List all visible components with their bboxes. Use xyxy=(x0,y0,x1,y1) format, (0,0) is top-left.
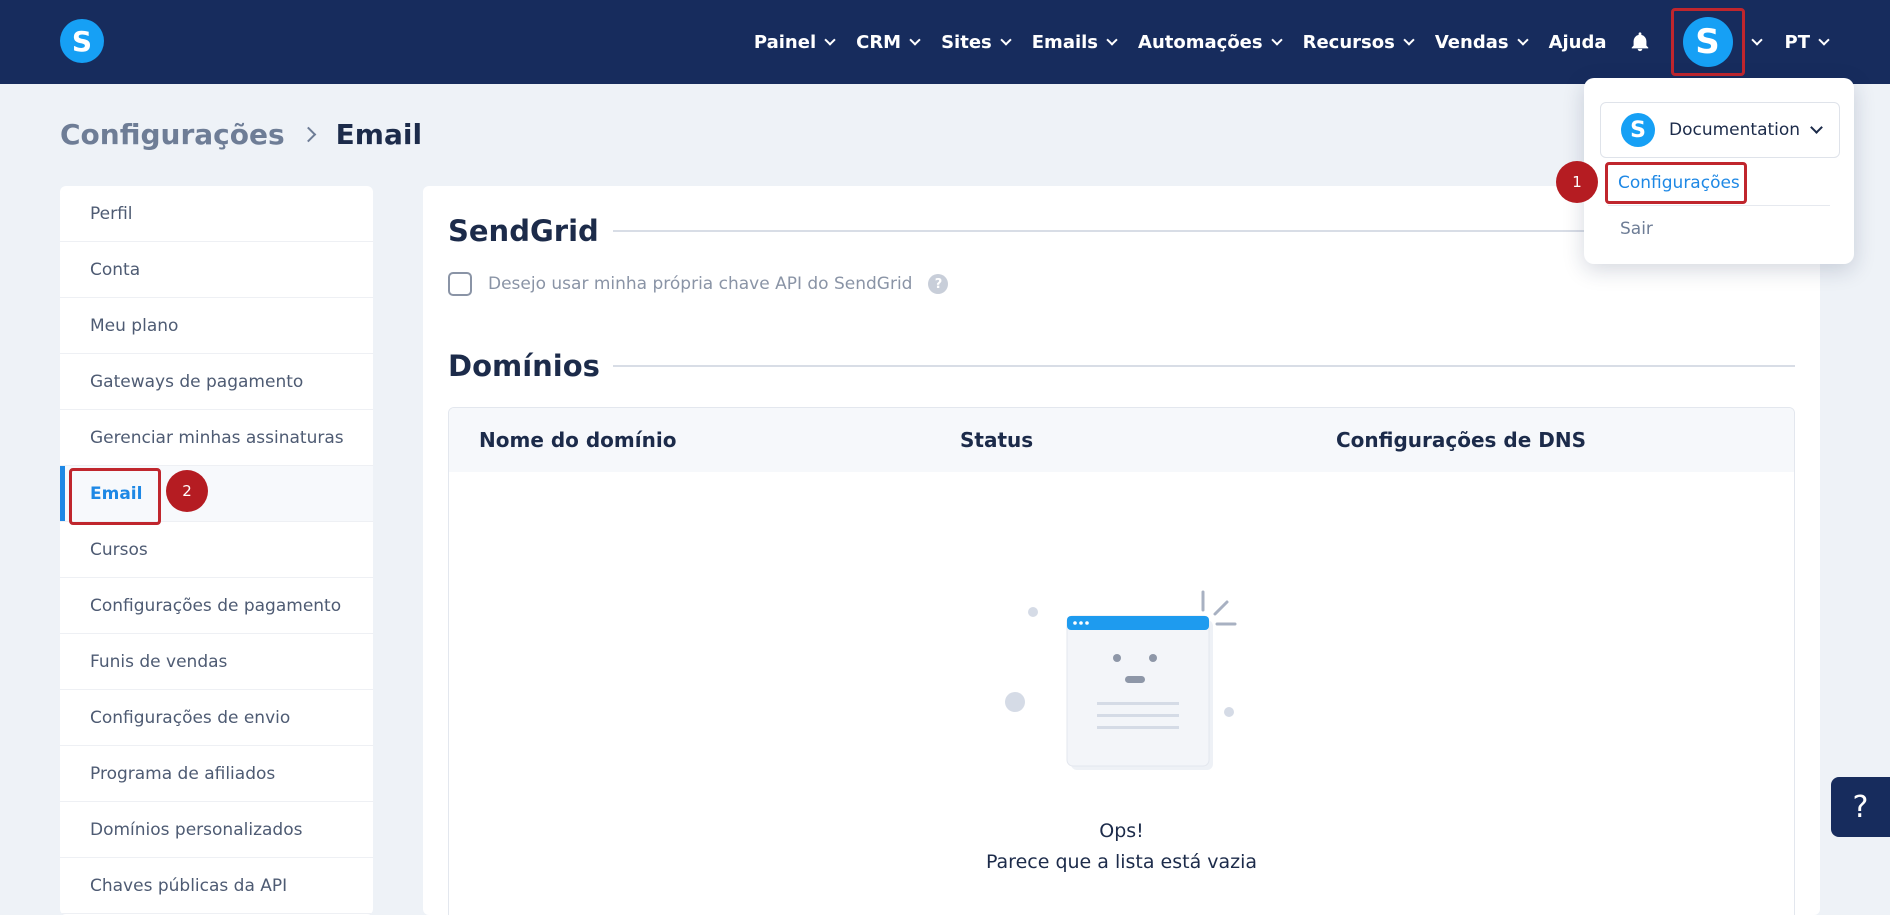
chevron-down-icon xyxy=(1270,33,1283,46)
empty-state-title: Ops! xyxy=(1099,820,1144,842)
chevron-down-icon xyxy=(1818,33,1830,46)
sidebar-item-chaves-api[interactable]: Chaves públicas da API xyxy=(60,858,373,914)
domains-title: Domínios xyxy=(448,349,600,383)
chevron-down-icon[interactable] xyxy=(1750,33,1763,46)
chevron-down-icon xyxy=(1000,33,1012,46)
sidebar-item-cursos[interactable]: Cursos xyxy=(60,522,373,578)
sidebar-item-dominios[interactable]: Domínios personalizados xyxy=(60,802,373,858)
column-header: Nome do domínio xyxy=(479,428,677,452)
sidebar-item-afiliados[interactable]: Programa de afiliados xyxy=(60,746,373,802)
empty-list-illustration xyxy=(1005,590,1237,770)
column-header: Configurações de DNS xyxy=(1336,428,1587,452)
help-float-button[interactable]: ? xyxy=(1831,777,1890,837)
nav-vendas[interactable]: Vendas xyxy=(1434,31,1529,53)
sidebar-item-config-pagamento[interactable]: Configurações de pagamento xyxy=(60,578,373,634)
empty-state-message: Parece que a lista está vazia xyxy=(985,851,1258,873)
step-marker-1: 1 xyxy=(1556,161,1598,203)
nav-sites[interactable]: Sites xyxy=(941,31,1012,53)
nav-emails-label: Emails xyxy=(1031,31,1099,53)
chevron-down-icon xyxy=(1106,33,1118,46)
column-header: Status xyxy=(960,428,1034,452)
sidebar-item-meu-plano[interactable]: Meu plano xyxy=(60,298,373,354)
top-navbar: S Painel CRM Sites Emails Automações Rec… xyxy=(0,0,1890,84)
breadcrumb-parent[interactable]: Configurações xyxy=(60,118,285,151)
chevron-down-icon xyxy=(824,33,836,46)
menu-item-configuracoes[interactable]: Configurações xyxy=(1605,162,1747,204)
sendgrid-checkbox-label[interactable]: Desejo usar minha própria chave API do S… xyxy=(488,274,912,294)
sidebar-item-funis[interactable]: Funis de vendas xyxy=(60,634,373,690)
bell-icon[interactable] xyxy=(1629,31,1651,53)
main-nav: Painel CRM Sites Emails Automações Recur… xyxy=(732,0,1830,84)
sendgrid-option: Desejo usar minha própria chave API do S… xyxy=(448,272,949,296)
domains-table: Nome do domínio Status Configurações de … xyxy=(448,407,1795,915)
organization-name: Documentation xyxy=(1669,120,1801,140)
main-panel: SendGrid Desejo usar minha própria chave… xyxy=(423,186,1820,915)
language-label: PT xyxy=(1784,31,1810,53)
sidebar-item-perfil[interactable]: Perfil xyxy=(60,186,373,242)
nav-recursos[interactable]: Recursos xyxy=(1302,31,1415,53)
nav-recursos-label: Recursos xyxy=(1302,31,1395,53)
user-dropdown-menu: S Documentation Configurações Sair xyxy=(1584,78,1854,264)
organization-logo: S xyxy=(1621,113,1655,147)
menu-divider xyxy=(1608,205,1830,206)
sendgrid-checkbox[interactable] xyxy=(448,272,472,296)
nav-automacoes-label: Automações xyxy=(1138,31,1263,53)
chevron-down-icon xyxy=(1403,33,1415,46)
step-marker-2: 2 xyxy=(166,470,208,512)
nav-automacoes[interactable]: Automações xyxy=(1138,31,1283,53)
nav-sites-label: Sites xyxy=(941,31,992,53)
settings-sidebar: Perfil Conta Meu plano Gateways de pagam… xyxy=(60,186,373,915)
nav-painel-label: Painel xyxy=(753,31,817,53)
breadcrumb: Configurações Email xyxy=(60,118,422,151)
menu-item-sair[interactable]: Sair xyxy=(1620,219,1653,239)
help-icon[interactable]: ? xyxy=(928,274,949,294)
chevron-right-icon xyxy=(300,126,316,143)
language-selector[interactable]: PT xyxy=(1784,31,1830,53)
nav-painel[interactable]: Painel xyxy=(753,31,836,53)
nav-vendas-label: Vendas xyxy=(1434,31,1509,53)
sidebar-item-assinaturas[interactable]: Gerenciar minhas assinaturas xyxy=(60,410,373,466)
sidebar-item-config-envio[interactable]: Configurações de envio xyxy=(60,690,373,746)
nav-emails[interactable]: Emails xyxy=(1031,31,1118,53)
nav-crm-label: CRM xyxy=(856,31,902,53)
section-divider xyxy=(613,365,1795,367)
empty-state: Ops! Parece que a lista está vazia xyxy=(449,472,1794,915)
nav-ajuda[interactable]: Ajuda xyxy=(1549,32,1607,53)
organization-selector[interactable]: S Documentation xyxy=(1600,102,1840,158)
chevron-down-icon xyxy=(1516,33,1529,46)
nav-crm[interactable]: CRM xyxy=(856,31,921,53)
user-menu-button[interactable]: S xyxy=(1670,8,1745,76)
table-header: Nome do domínio Status Configurações de … xyxy=(449,408,1794,472)
sendgrid-title: SendGrid xyxy=(448,214,599,248)
sidebar-item-gateways[interactable]: Gateways de pagamento xyxy=(60,354,373,410)
chevron-down-icon xyxy=(909,33,921,46)
chevron-down-icon xyxy=(1810,121,1823,134)
app-logo[interactable]: S xyxy=(60,19,104,63)
sidebar-item-conta[interactable]: Conta xyxy=(60,242,373,298)
avatar: S xyxy=(1682,17,1733,67)
page-title: Email xyxy=(335,118,423,151)
highlight-email xyxy=(69,468,161,525)
